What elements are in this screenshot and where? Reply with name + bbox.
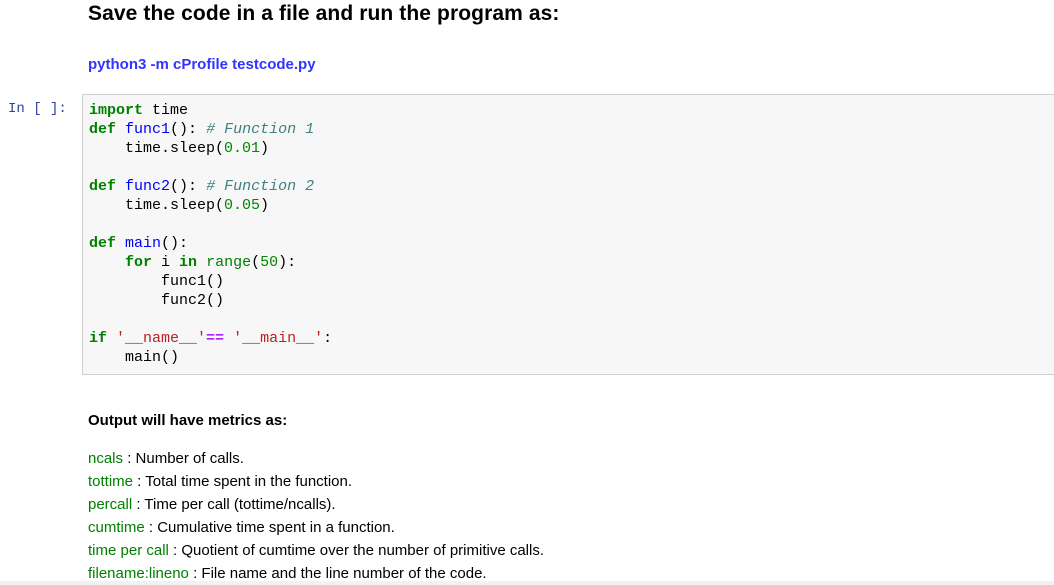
list-item: ncals : Number of calls. [88, 447, 544, 470]
section-heading: Save the code in a file and run the prog… [88, 2, 560, 25]
list-item: time per call : Quotient of cumtime over… [88, 539, 544, 562]
code-token: def [89, 178, 117, 195]
code-number: 50 [260, 254, 279, 271]
metrics-list: ncals : Number of calls. tottime : Total… [88, 447, 544, 585]
code-number: 0.05 [224, 197, 261, 214]
code-token: if [89, 330, 108, 347]
code-cell[interactable]: import time def func1(): # Function 1 ti… [82, 94, 1054, 375]
list-item: cumtime : Cumulative time spent in a fun… [88, 516, 544, 539]
code-token: func1() [89, 273, 225, 290]
code-builtin: range [206, 254, 252, 271]
code-editor[interactable]: import time def func1(): # Function 1 ti… [89, 101, 332, 367]
code-token: def [89, 235, 117, 252]
run-command: python3 -m cProfile testcode.py [88, 56, 316, 73]
code-number: 0.01 [224, 140, 261, 157]
code-token: : [323, 330, 333, 347]
code-token: main() [89, 349, 180, 366]
metric-desc: : Number of calls. [123, 450, 244, 467]
code-token: (): [170, 178, 207, 195]
code-token: ( [251, 254, 261, 271]
metric-desc: : Total time spent in the function. [133, 473, 353, 490]
output-heading: Output will have metrics as: [88, 412, 288, 429]
code-string: '__name__' [116, 330, 207, 347]
code-token: time [143, 102, 189, 119]
code-token: func2() [89, 292, 225, 309]
metric-term: tottime [88, 473, 134, 490]
code-token: def [89, 121, 117, 138]
list-item: percall : Time per call (tottime/ncalls)… [88, 493, 544, 516]
code-token: ) [260, 197, 270, 214]
code-token: func1 [125, 121, 171, 138]
code-token: time.sleep( [89, 197, 225, 214]
code-comment: # Function 1 [206, 121, 315, 138]
metric-desc: : File name and the line number of the c… [188, 565, 487, 582]
metric-term: filename:lineno [88, 565, 189, 582]
code-token: in [179, 254, 198, 271]
page-bottom-divider [0, 581, 1054, 585]
code-token: ): [278, 254, 297, 271]
metric-term: ncals [88, 450, 124, 467]
code-token: (): [161, 235, 189, 252]
code-string: '__main__' [233, 330, 324, 347]
list-item: tottime : Total time spent in the functi… [88, 470, 544, 493]
metric-desc: : Time per call (tottime/ncalls). [132, 496, 336, 513]
code-token: import [89, 102, 144, 119]
metric-term: cumtime [88, 519, 145, 536]
metric-term: time per call [88, 542, 169, 559]
code-comment: # Function 2 [206, 178, 315, 195]
code-token: (): [170, 121, 207, 138]
code-token: ) [260, 140, 270, 157]
code-token: time.sleep( [89, 140, 225, 157]
cell-prompt: In [ ]: [8, 101, 67, 117]
code-operator: == [206, 330, 225, 347]
code-token: i [152, 254, 180, 271]
code-token: main [125, 235, 162, 252]
code-token: for [125, 254, 153, 271]
code-token: func2 [125, 178, 171, 195]
metric-term: percall [88, 496, 133, 513]
metric-desc: : Cumulative time spent in a function. [144, 519, 395, 536]
metric-desc: : Quotient of cumtime over the number of… [168, 542, 545, 559]
